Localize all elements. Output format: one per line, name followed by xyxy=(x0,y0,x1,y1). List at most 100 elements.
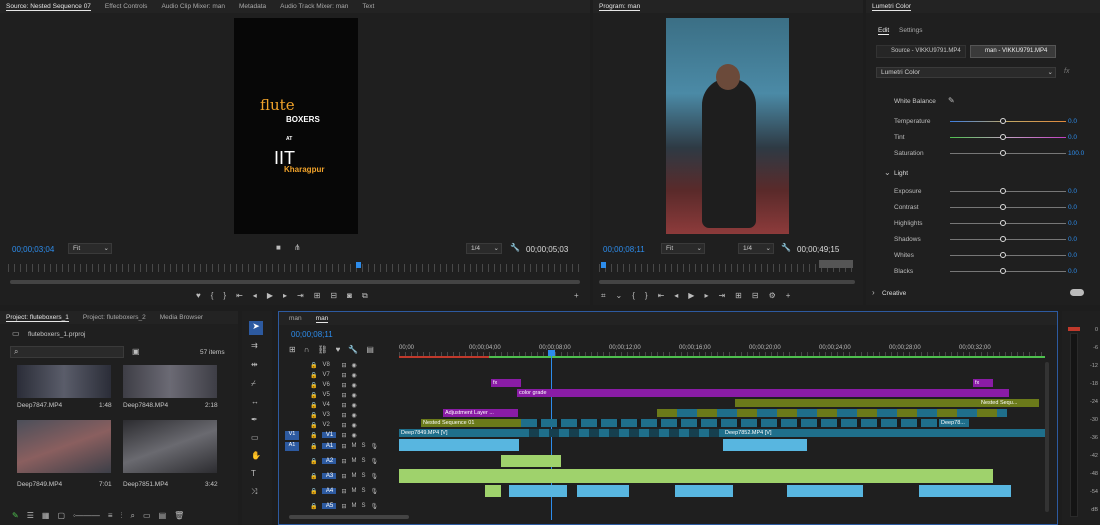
sync-lock-icon[interactable]: ⊟ xyxy=(341,473,346,480)
audio-a1-clip-1[interactable] xyxy=(399,439,519,451)
source-fit-dropdown[interactable]: Fit ⌄ xyxy=(68,243,112,254)
chevron-down-icon[interactable]: ⌄ xyxy=(616,291,623,301)
find-icon[interactable]: ⌕ xyxy=(131,511,135,521)
new-bin-icon[interactable]: ▭ xyxy=(143,511,151,521)
eye-icon[interactable]: ◉ xyxy=(352,382,357,389)
temperature-value[interactable]: 0.0 xyxy=(1068,118,1077,125)
contrast-knob[interactable] xyxy=(1000,204,1006,210)
lock-icon[interactable]: 🔒 xyxy=(310,402,317,409)
export-frame-icon[interactable]: ⧉ xyxy=(362,291,368,301)
mute-button[interactable]: M xyxy=(352,473,357,479)
selection-tool-icon[interactable]: ➤ xyxy=(249,321,263,335)
add-marker-icon[interactable]: ♥ xyxy=(336,345,341,355)
mark-out-icon[interactable]: } xyxy=(645,291,648,301)
microphone-icon[interactable]: 🎙 xyxy=(371,488,379,495)
blacks-slider[interactable] xyxy=(950,271,1066,272)
source-zoom-scrollbar[interactable] xyxy=(10,280,580,284)
icon-view-icon[interactable]: ▦ xyxy=(42,511,50,521)
step-back-icon[interactable]: ◂ xyxy=(674,291,678,301)
tab-text[interactable]: Text xyxy=(362,3,374,10)
tab-sequence-man-2[interactable]: man xyxy=(315,315,329,323)
track-select-icon[interactable]: ⇉ xyxy=(251,341,258,351)
hand-icon[interactable]: ✋ xyxy=(251,451,261,461)
eye-icon[interactable]: ◉ xyxy=(352,362,357,369)
clip-v1-middle[interactable] xyxy=(519,429,723,437)
linked-selection-icon[interactable]: ⛓ xyxy=(317,345,327,355)
lift-icon[interactable]: ⊞ xyxy=(735,291,742,301)
solo-button[interactable]: S xyxy=(362,458,366,464)
clip-deep78-v2[interactable]: Deep78... xyxy=(939,419,969,427)
go-to-out-icon[interactable]: ⇥ xyxy=(297,291,304,301)
clip-nested-sequence-01[interactable]: Nested Sequence 01 xyxy=(421,419,521,427)
project-thumb-4[interactable] xyxy=(123,420,217,473)
step-forward-icon[interactable]: ▸ xyxy=(704,291,708,301)
clip-adjustment-layer[interactable]: Adjustment Layer ... xyxy=(443,409,518,417)
lock-icon[interactable]: 🔒 xyxy=(310,473,317,480)
track-name[interactable]: V6 xyxy=(322,382,336,388)
sync-lock-icon[interactable]: ⊟ xyxy=(341,392,346,399)
track-name[interactable]: V7 xyxy=(322,372,336,378)
program-current-timecode[interactable]: 00;00;08;11 xyxy=(603,245,645,254)
audio-a3-clip[interactable] xyxy=(399,469,993,483)
play-icon[interactable]: ▶ xyxy=(688,291,694,301)
track-name[interactable]: A2 xyxy=(322,458,337,464)
program-zoom-scrollbar[interactable] xyxy=(599,280,855,284)
highlights-knob[interactable] xyxy=(1000,220,1006,226)
marker-icon[interactable]: ♥ xyxy=(196,291,201,301)
lumetri-settings-tab[interactable]: Settings xyxy=(899,27,923,34)
shadows-slider[interactable] xyxy=(950,239,1066,240)
microphone-icon[interactable]: 🎙 xyxy=(371,443,379,450)
program-time-ruler[interactable] xyxy=(599,264,855,272)
type-icon[interactable]: T xyxy=(251,469,256,479)
contrast-value[interactable]: 0.0 xyxy=(1068,204,1077,211)
shadows-knob[interactable] xyxy=(1000,236,1006,242)
source-patch[interactable] xyxy=(285,401,299,410)
overwrite-icon[interactable]: ⊟ xyxy=(330,291,337,301)
mute-button[interactable]: M xyxy=(352,443,357,449)
solo-button[interactable]: S xyxy=(362,503,366,509)
temperature-slider[interactable] xyxy=(950,121,1066,122)
slip-icon[interactable]: ↔ xyxy=(251,397,259,407)
lock-icon[interactable]: 🔒 xyxy=(310,503,317,510)
light-section-title[interactable]: Light xyxy=(894,170,908,177)
audio-a4-clip-4[interactable] xyxy=(675,485,733,497)
saturation-slider[interactable] xyxy=(950,153,1066,154)
go-to-out-icon[interactable]: ⇥ xyxy=(718,291,725,301)
trash-icon[interactable]: 🗑 xyxy=(174,511,184,521)
extract-icon[interactable]: ⊟ xyxy=(752,291,759,301)
chevron-down-icon[interactable]: ⌄ xyxy=(884,168,891,178)
eye-icon[interactable]: ◉ xyxy=(352,402,357,409)
source-patch[interactable] xyxy=(285,502,299,511)
clip-v2-block[interactable] xyxy=(521,419,941,427)
project-search-input[interactable]: ⌕ xyxy=(10,346,124,358)
tab-project-1[interactable]: Project: fluteboxers_1 xyxy=(6,314,69,322)
tint-slider[interactable] xyxy=(950,137,1066,138)
contrast-slider[interactable] xyxy=(950,207,1066,208)
source-time-ruler[interactable] xyxy=(8,264,580,272)
tab-effect-controls[interactable]: Effect Controls xyxy=(105,3,148,10)
mute-button[interactable]: M xyxy=(352,488,357,494)
lumetri-clip-chip[interactable]: man - VIKKU9791.MP4 xyxy=(970,45,1056,58)
track-name[interactable]: A4 xyxy=(322,488,337,494)
exposure-value[interactable]: 0.0 xyxy=(1068,188,1077,195)
go-to-in-icon[interactable]: ⇤ xyxy=(658,291,665,301)
sync-lock-icon[interactable]: ⊟ xyxy=(341,503,346,510)
lock-icon[interactable]: 🔒 xyxy=(310,458,317,465)
blacks-knob[interactable] xyxy=(1000,268,1006,274)
source-patch[interactable] xyxy=(285,411,299,420)
razor-icon[interactable]: ⌿ xyxy=(251,379,256,389)
tab-media-browser[interactable]: Media Browser xyxy=(160,314,203,321)
sync-lock-icon[interactable]: ⊟ xyxy=(341,488,346,495)
blacks-value[interactable]: 0.0 xyxy=(1068,268,1077,275)
new-bin-icon[interactable]: ▣ xyxy=(132,347,140,357)
saturation-knob[interactable] xyxy=(1000,150,1006,156)
eye-icon[interactable]: ◉ xyxy=(352,432,357,439)
sync-lock-icon[interactable]: ⊟ xyxy=(341,443,346,450)
clip-nested-sequence-v4[interactable]: Nested Sequ... xyxy=(979,399,1039,407)
step-forward-icon[interactable]: ▸ xyxy=(283,291,287,301)
source-patch[interactable] xyxy=(285,371,299,380)
tab-metadata[interactable]: Metadata xyxy=(239,3,266,10)
tab-project-2[interactable]: Project: fluteboxers_2 xyxy=(83,314,146,321)
mark-out-icon[interactable]: } xyxy=(223,291,226,301)
shadows-value[interactable]: 0.0 xyxy=(1068,236,1077,243)
